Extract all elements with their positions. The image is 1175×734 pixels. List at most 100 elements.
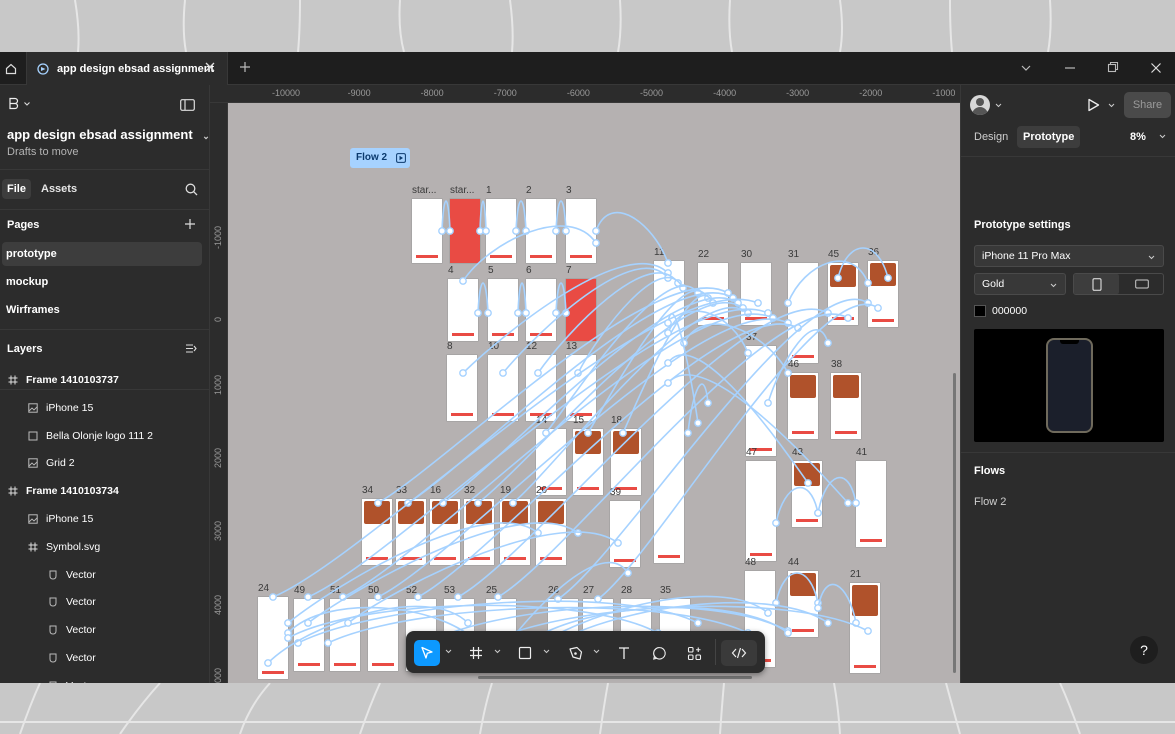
frame-label[interactable]: 19 <box>500 485 511 496</box>
connection-line[interactable] <box>441 200 451 232</box>
frame-label[interactable]: 6 <box>526 265 532 276</box>
prototype-frame[interactable] <box>746 461 776 561</box>
dev-mode-toggle[interactable] <box>721 640 757 666</box>
layer-item[interactable]: Symbol.svg <box>28 536 100 558</box>
frame-label[interactable]: 20 <box>536 485 547 496</box>
frame-label[interactable]: 51 <box>330 585 341 596</box>
layer-item[interactable]: Vector <box>48 564 96 586</box>
prototype-frame[interactable] <box>573 429 603 495</box>
device-select[interactable]: iPhone 11 Pro Max <box>974 245 1164 267</box>
page-item-mockup[interactable]: mockup <box>2 270 202 294</box>
connection-node[interactable] <box>694 419 702 427</box>
frame-label[interactable]: 37 <box>746 332 757 343</box>
pen-tool[interactable] <box>562 640 588 666</box>
prototype-frame[interactable] <box>368 599 398 671</box>
prototype-frame[interactable] <box>566 199 596 263</box>
prototype-frame[interactable] <box>500 499 530 565</box>
plus-icon[interactable] <box>238 60 252 74</box>
frame-label[interactable]: 30 <box>741 249 752 260</box>
frame-label[interactable]: 24 <box>258 583 269 594</box>
prototype-frame[interactable] <box>258 597 288 679</box>
frame-label[interactable]: 44 <box>788 557 799 568</box>
prototype-frame[interactable] <box>788 263 818 363</box>
present-play-icon[interactable] <box>1087 98 1100 112</box>
layer-item[interactable]: Frame 1410103737 <box>8 369 119 391</box>
layer-item[interactable]: Vector <box>48 619 96 641</box>
connection-node[interactable] <box>729 294 737 302</box>
frame-label[interactable]: 4 <box>448 265 454 276</box>
frame-label[interactable]: 13 <box>566 341 577 352</box>
connection-node[interactable] <box>574 529 582 537</box>
layer-item[interactable]: Vector <box>48 647 96 669</box>
layer-item[interactable]: Vector <box>48 675 96 683</box>
connection-line[interactable] <box>587 289 709 434</box>
frame-label[interactable]: 2 <box>526 185 532 196</box>
prototype-frame[interactable] <box>526 355 556 421</box>
chevron-down-icon[interactable] <box>543 648 550 655</box>
frame-label[interactable]: 34 <box>362 485 373 496</box>
horizontal-scrollbar[interactable] <box>478 676 752 679</box>
frame-label[interactable]: 12 <box>526 341 537 352</box>
chevron-down-icon[interactable] <box>1020 61 1032 75</box>
page-item-prototype[interactable]: prototype <box>2 242 202 266</box>
prototype-frame[interactable] <box>746 346 776 456</box>
chevron-down-icon[interactable] <box>445 648 452 655</box>
chevron-down-icon[interactable] <box>593 648 600 655</box>
prototype-frame[interactable] <box>447 355 477 421</box>
connection-node[interactable] <box>694 619 702 627</box>
move-tool[interactable] <box>414 640 440 666</box>
vertical-scrollbar[interactable] <box>953 373 956 673</box>
tab-file[interactable]: File <box>2 179 31 199</box>
frame-label[interactable]: 25 <box>486 585 497 596</box>
connection-line[interactable] <box>667 354 809 484</box>
prototype-frame[interactable] <box>850 583 880 673</box>
prototype-frame[interactable] <box>396 499 426 565</box>
layer-item[interactable]: Bella Olonje logo 111 2 <box>28 425 153 447</box>
frame-label[interactable]: star... <box>450 185 474 196</box>
portrait-button[interactable] <box>1074 274 1119 294</box>
frame-label[interactable]: 43 <box>792 447 803 458</box>
chevron-down-icon[interactable] <box>995 102 1002 109</box>
frame-label[interactable]: 36 <box>868 247 879 258</box>
model-color-select[interactable]: Gold <box>974 273 1066 295</box>
layer-item[interactable]: Vector <box>48 591 96 613</box>
prototype-frame[interactable] <box>488 279 518 341</box>
prototype-frame[interactable] <box>741 263 771 325</box>
close-window-icon[interactable] <box>1150 61 1162 75</box>
prototype-frame[interactable] <box>610 501 640 567</box>
flow-start-tag[interactable]: Flow 2 <box>350 148 410 168</box>
prototype-frame[interactable] <box>611 429 641 495</box>
search-icon[interactable] <box>185 183 198 196</box>
minimize-icon[interactable] <box>1064 61 1076 75</box>
connection-node[interactable] <box>704 399 712 407</box>
frame-label[interactable]: 27 <box>583 585 594 596</box>
frame-label[interactable]: 3 <box>566 185 572 196</box>
restore-icon[interactable] <box>1107 61 1119 75</box>
connection-line[interactable] <box>555 282 567 314</box>
frame-label[interactable]: 52 <box>406 585 417 596</box>
file-location[interactable]: Drafts to move <box>7 146 79 158</box>
frame-label[interactable]: 47 <box>746 447 757 458</box>
flow-item[interactable]: Flow 2 <box>974 496 1006 508</box>
layer-item[interactable]: iPhone 15 <box>28 508 93 530</box>
frame-label[interactable]: 28 <box>621 585 632 596</box>
connection-node[interactable] <box>824 339 832 347</box>
frame-label[interactable]: 50 <box>368 585 379 596</box>
frame-label[interactable]: 22 <box>698 249 709 260</box>
connection-node[interactable] <box>684 429 692 437</box>
frame-label[interactable]: 53 <box>444 585 455 596</box>
frame-label[interactable]: 7 <box>566 265 572 276</box>
frame-label[interactable]: 48 <box>745 557 756 568</box>
frame-label[interactable]: 14 <box>536 415 547 426</box>
connection-line[interactable] <box>477 282 489 314</box>
prototype-frame[interactable] <box>698 263 728 325</box>
close-icon[interactable] <box>203 60 217 74</box>
prototype-frame[interactable] <box>412 199 442 263</box>
prototype-frame[interactable] <box>488 355 518 421</box>
prototype-frame[interactable] <box>526 199 556 263</box>
zoom-level[interactable]: 8% <box>1130 131 1146 143</box>
tab-design[interactable]: Design <box>974 131 1008 143</box>
background-color-field[interactable]: 000000 <box>974 301 1164 323</box>
connection-node[interactable] <box>624 569 632 577</box>
actions-tool[interactable] <box>681 640 707 666</box>
